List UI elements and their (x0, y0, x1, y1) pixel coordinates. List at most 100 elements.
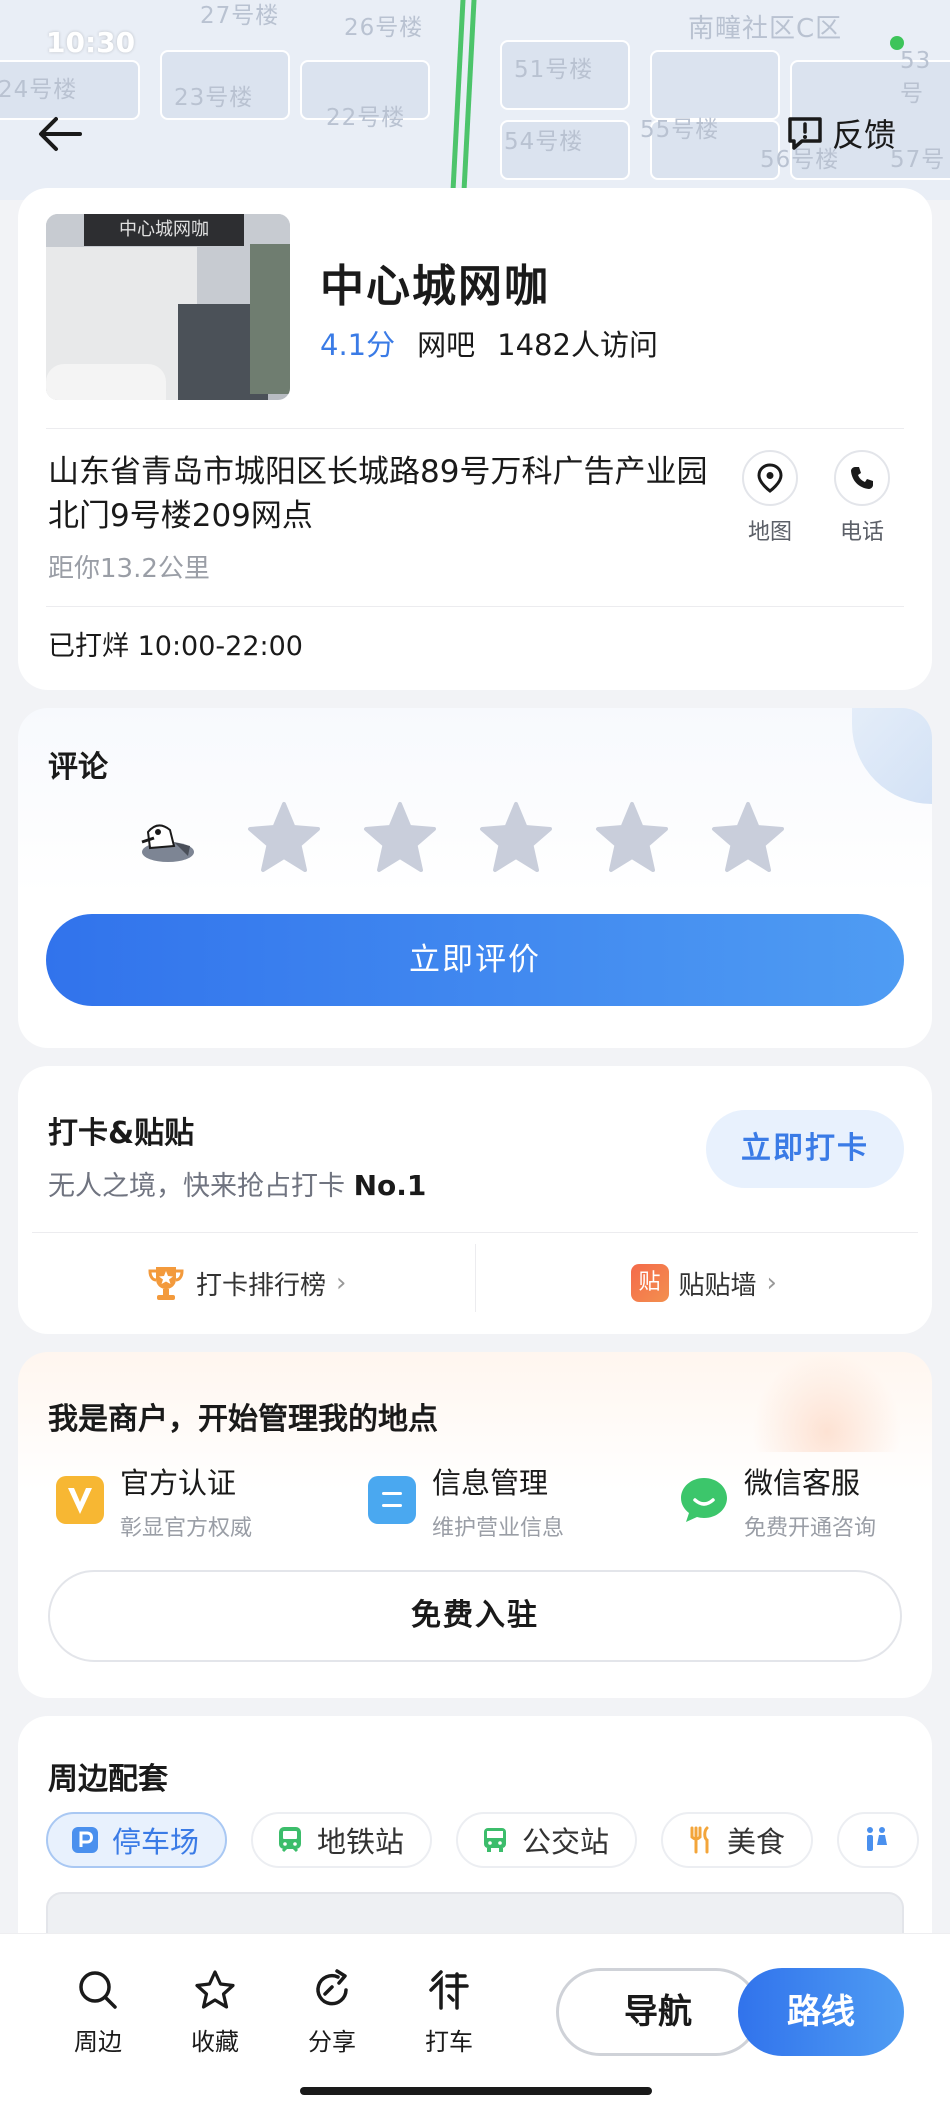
map-button[interactable]: 地图 (738, 450, 802, 546)
merchant-title: 我是商户，开始管理我的地点 (48, 1402, 438, 1437)
checkin-title: 打卡&贴贴 (48, 1116, 195, 1151)
star-icon[interactable] (594, 800, 670, 876)
star-icon[interactable] (710, 800, 786, 876)
feature-wechat-service[interactable]: 微信客服 免费开通咨询 (678, 1460, 876, 1542)
write-review-button[interactable]: 立即评价 (46, 914, 904, 1006)
star-icon (195, 1970, 235, 2009)
chip-bus[interactable]: 公交站 (456, 1812, 638, 1868)
star-icon[interactable] (246, 800, 322, 876)
status-time: 10:30 (46, 26, 136, 59)
map-road (448, 0, 478, 200)
chevron-right-icon: › (336, 1268, 347, 1298)
share-icon (316, 1969, 348, 2006)
sticker-wall-link[interactable]: 贴 贴贴墙 › (476, 1232, 933, 1334)
back-button[interactable] (28, 106, 92, 162)
mascot-icon (141, 824, 194, 862)
checkin-ranking-link[interactable]: 打卡排行榜 › (18, 1232, 475, 1334)
place-meta: 4.1分 网吧 1482人访问 (320, 322, 658, 364)
map-label: 54号楼 (504, 129, 584, 155)
map-button-label: 地图 (747, 520, 792, 545)
nearby-title: 周边配套 (48, 1762, 168, 1797)
divider (46, 606, 904, 607)
place-category: 网吧 (417, 328, 476, 362)
tab-label: 收藏 (191, 2028, 239, 2056)
chip-label: 美食 (727, 1825, 786, 1859)
location-pin-icon (757, 463, 783, 493)
sticker-wall-icon: 贴 (630, 1264, 669, 1302)
feature-official-cert[interactable]: 官方认证 彰显官方权威 (54, 1460, 252, 1542)
place-info-card: 中心城网咖 中心城网咖 4.1分 网吧 1482人访问 山东省青岛市城阳区长城路… (18, 188, 932, 690)
chip-food[interactable]: 美食 (661, 1812, 814, 1868)
feature-title: 微信客服 (744, 1466, 861, 1500)
checkin-links: 打卡排行榜 › 贴 贴贴墙 › (18, 1232, 932, 1334)
review-title: 评论 (48, 750, 108, 785)
map-button-circle (742, 450, 798, 506)
checkin-now-button[interactable]: 立即打卡 (706, 1110, 904, 1188)
restroom-icon (867, 1827, 888, 1851)
feature-title: 官方认证 (120, 1466, 237, 1500)
tab-taxi[interactable]: 打车 (409, 1968, 489, 2057)
tab-label: 周边 (74, 2028, 122, 2056)
checkin-subtitle: 无人之境，快来抢占打卡 No.1 (48, 1164, 426, 1203)
map-label: 53号 (900, 48, 932, 107)
trophy-icon (148, 1267, 184, 1300)
tab-label: 分享 (308, 2028, 356, 2056)
tab-share[interactable]: 分享 (292, 1968, 372, 2057)
phone-button-circle (834, 450, 890, 506)
map-label: 南疃社区C区 (688, 14, 843, 44)
map-label: 23号楼 (174, 85, 254, 111)
info-manage-icon (368, 1476, 416, 1524)
chip-label: 地铁站 (317, 1825, 405, 1859)
checkin-card: 打卡&贴贴 无人之境，快来抢占打卡 No.1 立即打卡 打卡排行榜 › 贴 贴贴… (18, 1066, 932, 1334)
feedback-icon (788, 117, 822, 150)
star-icon[interactable] (478, 800, 554, 876)
tab-label: 打车 (425, 2028, 473, 2056)
search-icon (79, 1971, 117, 2009)
tab-favorite[interactable]: 收藏 (175, 1968, 255, 2057)
arrow-left-icon (39, 117, 82, 151)
sticker-wall-label: 贴贴墙 (678, 1270, 757, 1301)
feedback-label: 反馈 (831, 116, 896, 154)
chip-label: 停车场 (112, 1825, 200, 1859)
bus-icon (484, 1828, 507, 1852)
place-name: 中心城网咖 (320, 261, 550, 312)
subway-icon (279, 1827, 302, 1853)
phone-button[interactable]: 电话 (830, 450, 894, 546)
bottom-action-bar: 周边 收藏 分享 打车 导航 路线 (0, 1933, 950, 2111)
map-background[interactable]: 27号楼 26号楼 南疃社区C区 24号楼 23号楼 22号楼 51号楼 53号… (0, 0, 950, 200)
tab-nearby[interactable]: 周边 (58, 1968, 138, 2057)
free-join-button[interactable]: 免费入驻 (48, 1570, 902, 1662)
phone-button-label: 电话 (839, 520, 884, 545)
place-visits: 1482人访问 (497, 328, 658, 362)
checkin-subtitle-rank: No.1 (353, 1169, 427, 1202)
feature-subtitle: 彰显官方权威 (120, 1516, 253, 1541)
map-label: 51号楼 (514, 57, 594, 83)
feature-info-management[interactable]: 信息管理 维护营业信息 (366, 1460, 564, 1542)
chip-subway[interactable]: 地铁站 (251, 1812, 433, 1868)
nearby-chips: 停车场 地铁站 公交站 美食 (46, 1812, 920, 1868)
photo-car (46, 364, 166, 400)
parking-icon (72, 1827, 98, 1853)
rating-stars[interactable] (246, 800, 786, 876)
taxi-icon (429, 1970, 469, 2010)
star-icon[interactable] (362, 800, 438, 876)
decorative-paper-plane (852, 708, 932, 804)
feedback-button[interactable]: 反馈 (786, 110, 896, 156)
place-photo[interactable]: 中心城网咖 (46, 214, 290, 400)
review-card: 评论 立即评价 (18, 708, 932, 1048)
wechat-chat-icon (681, 1478, 727, 1522)
map-label: 57号 (890, 147, 946, 173)
checkin-ranking-label: 打卡排行榜 (196, 1270, 327, 1301)
navigate-button[interactable]: 导航 (556, 1968, 760, 2056)
verified-v-icon (56, 1476, 104, 1524)
chip-restroom[interactable] (837, 1812, 920, 1868)
photo-tree (250, 244, 290, 394)
map-label: 24号楼 (0, 77, 78, 103)
map-label: 55号楼 (640, 117, 720, 143)
place-score: 4.1分 (320, 328, 396, 362)
place-distance: 距你13.2公里 (48, 554, 210, 584)
chip-parking[interactable]: 停车场 (46, 1812, 228, 1868)
place-address[interactable]: 山东省青岛市城阳区长城路89号万科广告产业园北门9号楼209网点 (48, 450, 728, 538)
photo-sign: 中心城网咖 (84, 214, 244, 246)
route-button[interactable]: 路线 (738, 1968, 904, 2056)
